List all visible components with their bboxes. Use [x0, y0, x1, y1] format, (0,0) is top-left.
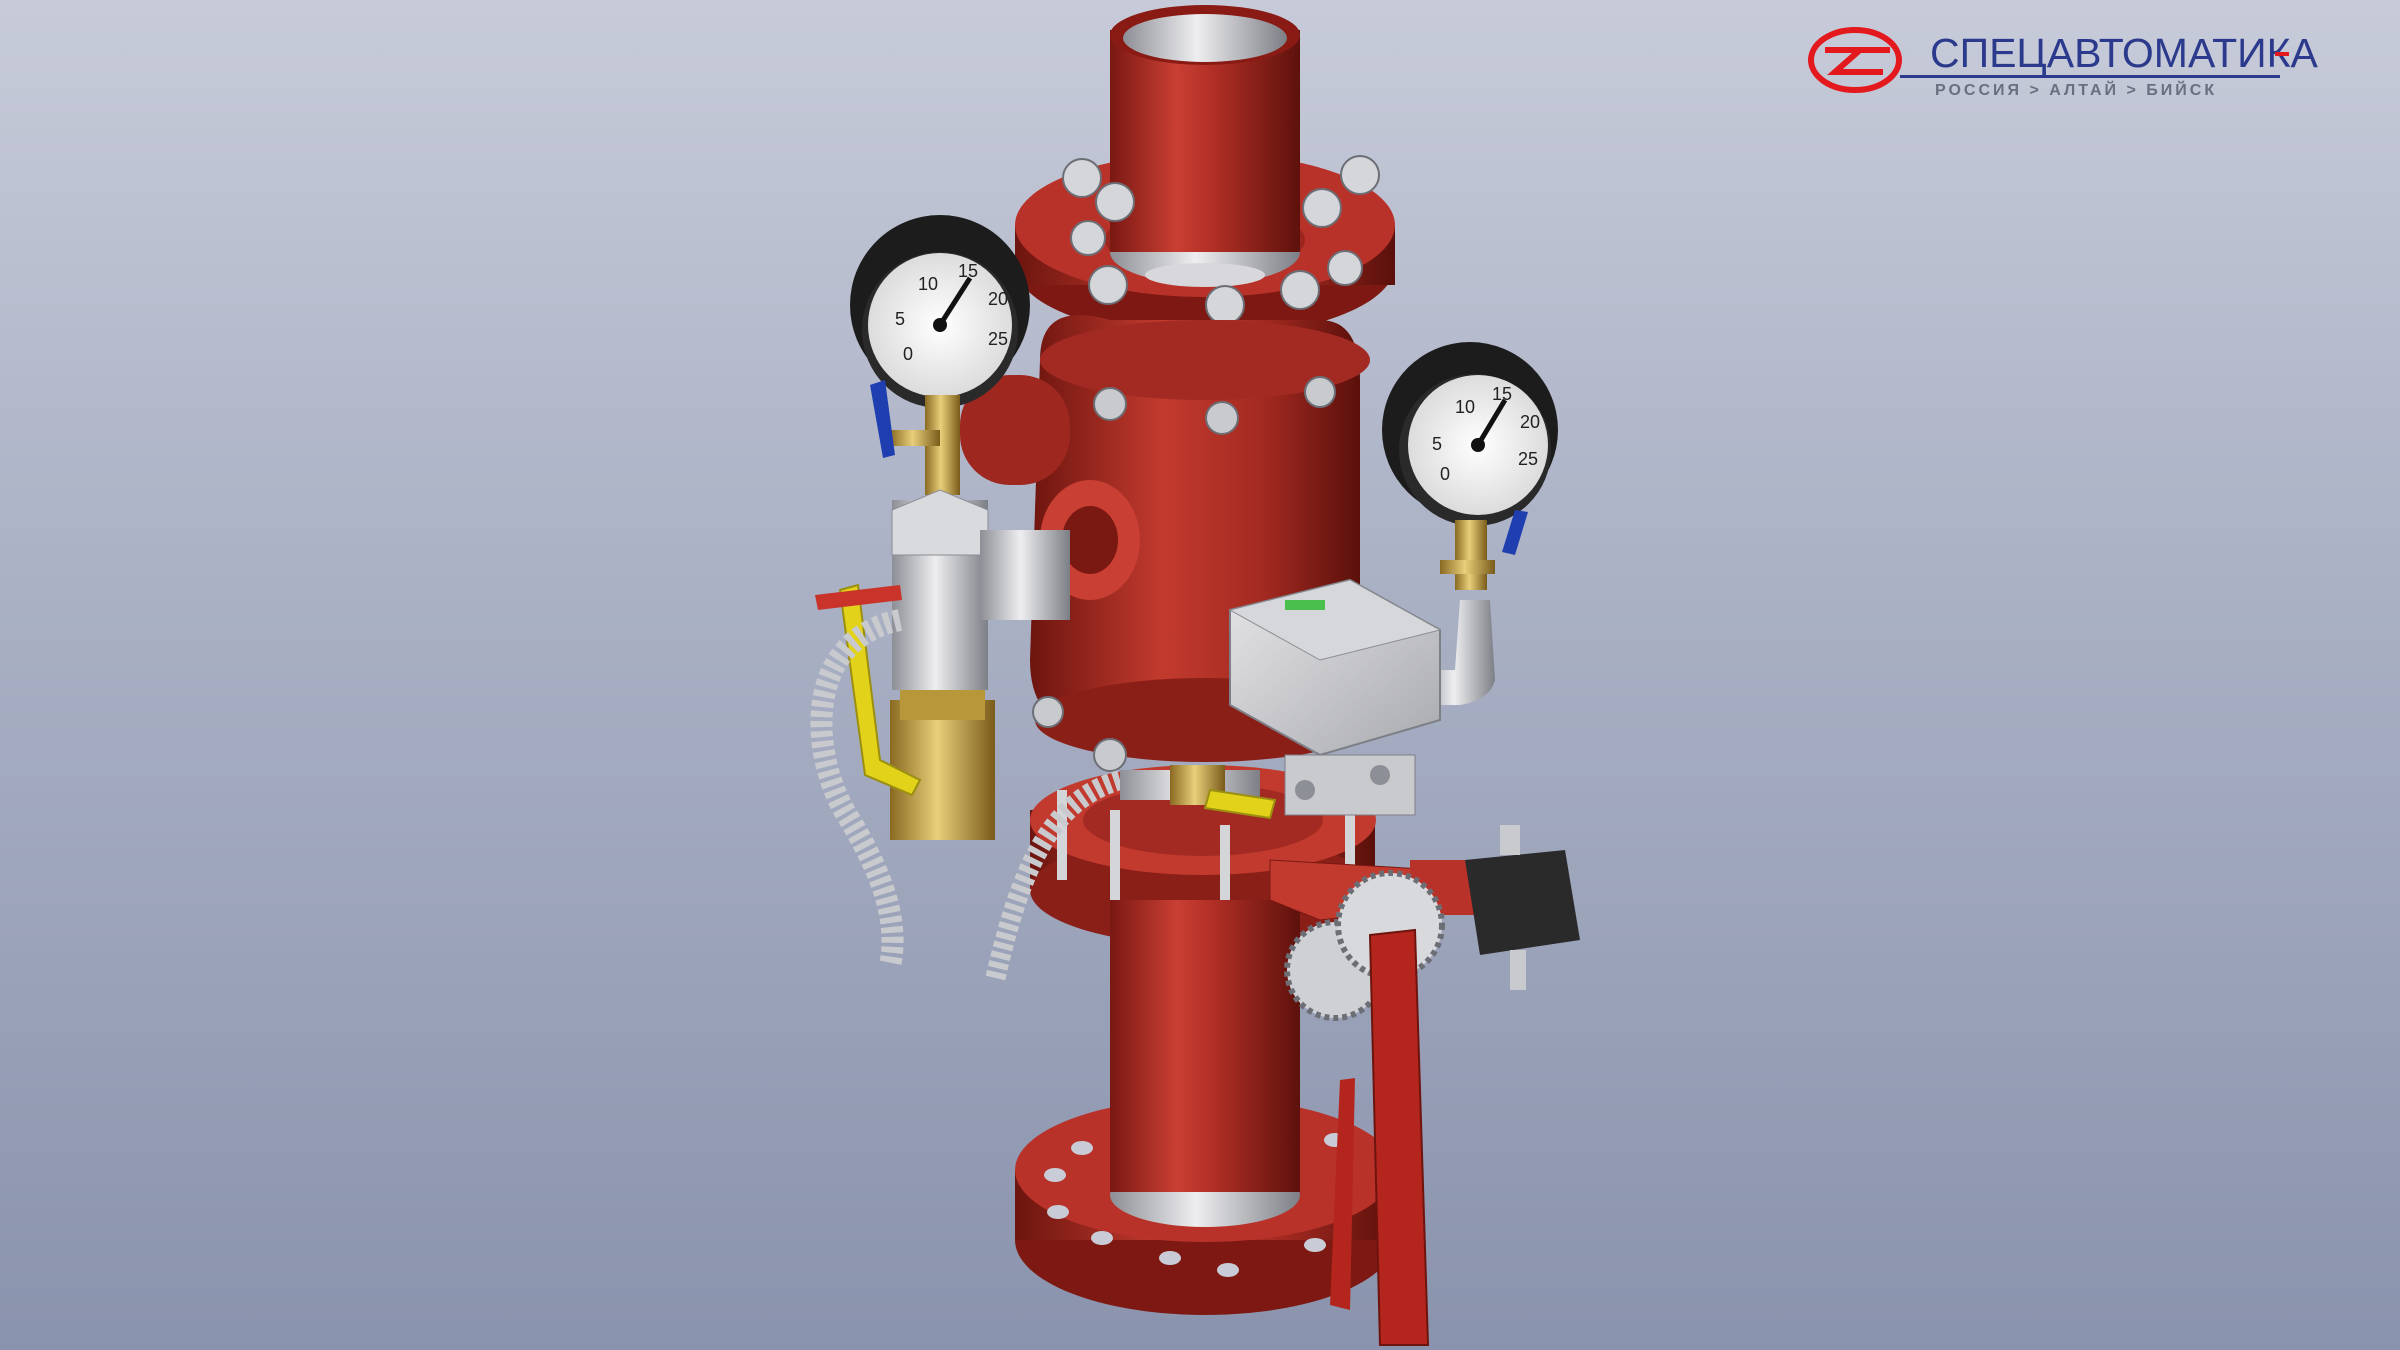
- logo-mark-icon: [1808, 27, 1902, 93]
- left-gauge-tick-5: 5: [895, 309, 905, 329]
- emergency-start-lever[interactable]: [1368, 928, 1430, 1346]
- right-gauge-tick-15: 15: [1492, 384, 1512, 404]
- left-gauge-tick-15: 15: [958, 261, 978, 281]
- right-gauge-tick-5: 5: [1432, 434, 1442, 454]
- left-gauge-tick-25: 25: [988, 329, 1008, 349]
- company-logo: СПЕЦАВТОМАТИКА РОССИЯ > АЛТАЙ > БИЙСК: [1805, 20, 2318, 110]
- left-gauge-valve: [890, 395, 960, 495]
- left-blue-handle[interactable]: [870, 380, 895, 458]
- logo-company-name: СПЕЦАВТОМАТИКА: [1930, 30, 2318, 76]
- limit-switch: [1465, 825, 1580, 990]
- left-ball-valve: [890, 690, 995, 840]
- right-pressure-gauge: [1382, 342, 1558, 526]
- right-gauge-tick-20: 20: [1520, 412, 1540, 432]
- logo-tagline: РОССИЯ > АЛТАЙ > БИЙСК: [1935, 82, 2218, 99]
- left-gauge-tick-0: 0: [903, 344, 913, 364]
- valve-assembly-scene: 0 5 10 15 20 25 0 5 10 15 20 25: [810, 5, 1580, 1346]
- right-gauge-tick-10: 10: [1455, 397, 1475, 417]
- logo-accent-dash: [2275, 52, 2289, 56]
- logo-underline: [1900, 75, 2280, 78]
- right-gauge-tick-0: 0: [1440, 464, 1450, 484]
- left-gauge-tick-10: 10: [918, 274, 938, 294]
- right-gauge-tick-25: 25: [1518, 449, 1538, 469]
- left-gauge-tick-20: 20: [988, 289, 1008, 309]
